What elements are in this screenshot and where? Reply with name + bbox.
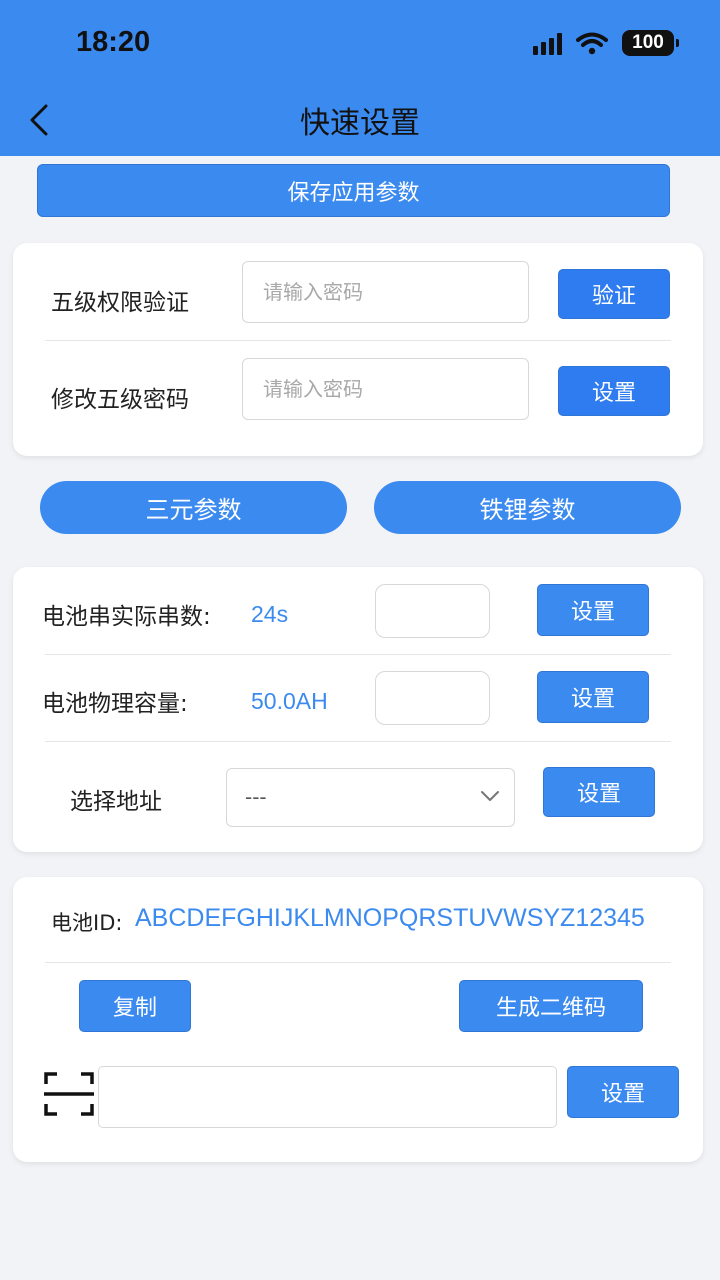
verify-password-input[interactable] — [242, 261, 529, 323]
battery-icon: 100 — [622, 30, 679, 56]
divider — [45, 962, 671, 963]
ternary-params-button[interactable]: 三元参数 — [40, 481, 347, 534]
set-capacity-button[interactable]: 设置 — [537, 671, 649, 723]
set-id-button[interactable]: 设置 — [567, 1066, 679, 1118]
capacity-input[interactable] — [375, 671, 490, 725]
battery-id-value: ABCDEFGHIJKLMNOPQRSTUVWSYZ12345 — [135, 904, 645, 932]
chevron-down-icon — [481, 791, 499, 801]
scan-icon[interactable] — [43, 1070, 95, 1118]
cellular-signal-icon — [533, 31, 562, 55]
set-address-button[interactable]: 设置 — [543, 767, 655, 817]
app-header: 18:20 100 快速设置 — [0, 0, 720, 156]
set-series-button[interactable]: 设置 — [537, 584, 649, 636]
page-title: 快速设置 — [300, 106, 420, 141]
address-label: 选择地址 — [70, 789, 162, 815]
verify-button[interactable]: 验证 — [558, 269, 670, 319]
address-select[interactable]: --- — [226, 768, 515, 827]
scan-input[interactable] — [98, 1066, 557, 1128]
capacity-value: 50.0AH — [251, 688, 328, 714]
lfp-params-button[interactable]: 铁锂参数 — [374, 481, 681, 534]
series-count-value: 24s — [251, 601, 289, 627]
verify-label: 五级权限验证 — [51, 290, 189, 316]
address-selected-value: --- — [245, 785, 267, 809]
change-password-input[interactable] — [242, 358, 529, 420]
set-password-button[interactable]: 设置 — [558, 366, 670, 416]
save-params-button[interactable]: 保存应用参数 — [37, 164, 670, 217]
battery-id-label: 电池ID: — [51, 911, 123, 935]
battery-id-card: 电池ID: ABCDEFGHIJKLMNOPQRSTUVWSYZ12345 复制… — [13, 877, 703, 1162]
copy-button[interactable]: 复制 — [79, 980, 191, 1032]
status-time: 18:20 — [76, 26, 151, 58]
series-count-label: 电池串实际串数: — [42, 604, 211, 630]
change-password-label: 修改五级密码 — [51, 387, 189, 413]
capacity-label: 电池物理容量: — [42, 691, 188, 717]
password-card: 五级权限验证 验证 修改五级密码 设置 — [13, 243, 703, 456]
divider — [45, 741, 671, 742]
battery-params-card: 电池串实际串数: 24s 设置 电池物理容量: 50.0AH 设置 选择地址 -… — [13, 567, 703, 852]
divider — [45, 340, 671, 341]
series-count-input[interactable] — [375, 584, 490, 638]
wifi-icon — [576, 32, 608, 55]
divider — [45, 654, 671, 655]
generate-qr-button[interactable]: 生成二维码 — [459, 980, 643, 1032]
status-icons: 100 — [533, 30, 679, 56]
